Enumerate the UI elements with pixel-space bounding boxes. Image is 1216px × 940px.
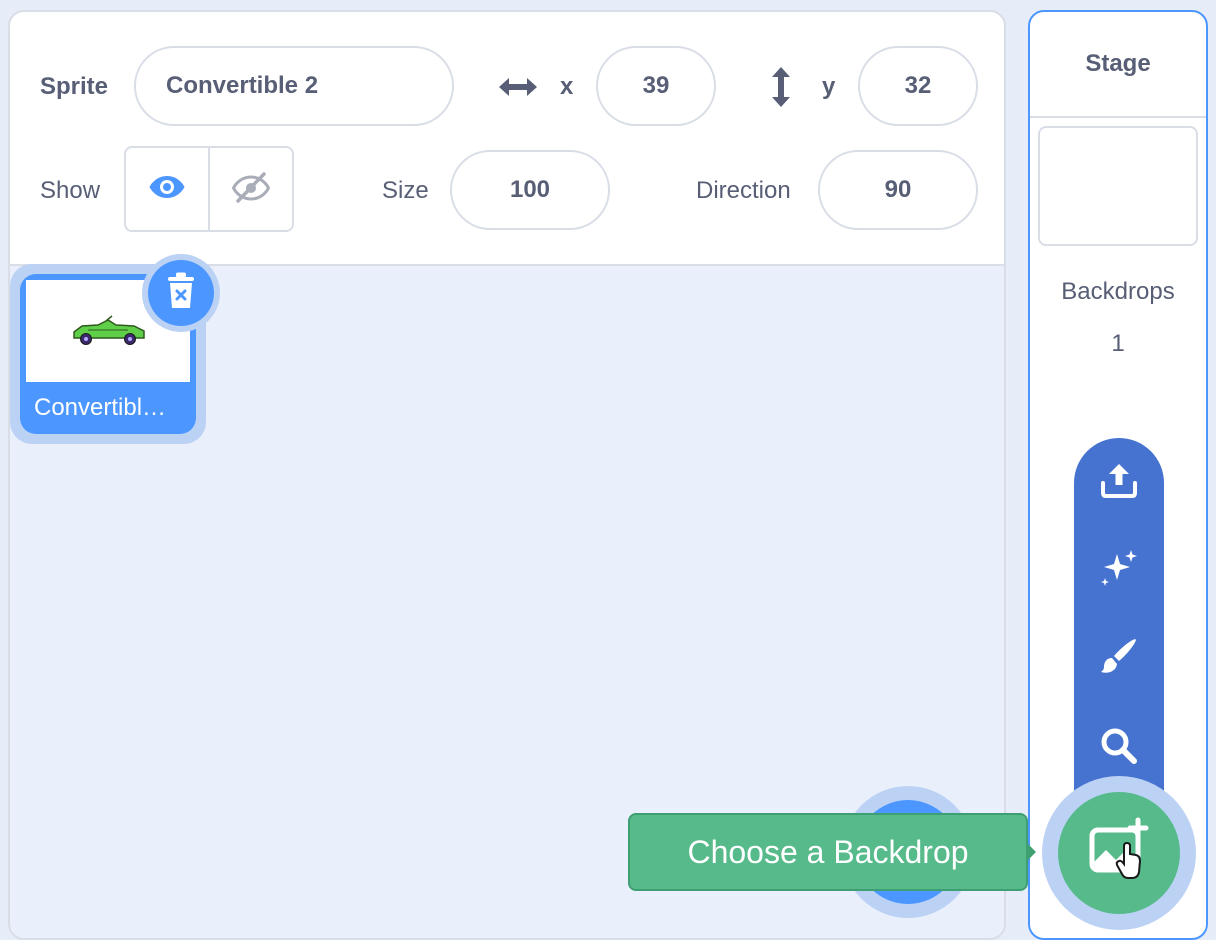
search-icon xyxy=(1099,726,1139,771)
upload-backdrop-button[interactable] xyxy=(1074,452,1164,512)
delete-sprite-button[interactable] xyxy=(148,260,214,326)
surprise-backdrop-button[interactable] xyxy=(1074,540,1164,600)
sprite-pane: Sprite Convertible 2 x 39 y 32 Show Size… xyxy=(8,10,1006,940)
paint-icon xyxy=(1099,636,1139,681)
backdrops-count: 1 xyxy=(1111,330,1125,357)
search-backdrop-button[interactable] xyxy=(1074,718,1164,778)
size-label: Size xyxy=(382,177,429,204)
x-input[interactable]: 39 xyxy=(596,46,716,126)
sprite-tile-name: Convertibl… xyxy=(34,394,167,421)
stage-thumbnail xyxy=(1038,126,1198,246)
choose-backdrop-icon xyxy=(1084,816,1154,891)
upload-icon xyxy=(1099,461,1139,504)
backdrops-label: Backdrops xyxy=(1061,278,1175,305)
show-label: Show xyxy=(40,177,101,204)
paint-backdrop-button[interactable] xyxy=(1074,628,1164,688)
tooltip-arrow xyxy=(1026,842,1036,862)
show-toggle-group xyxy=(124,146,294,232)
car-icon xyxy=(73,315,145,345)
trash-icon xyxy=(164,271,198,316)
choose-backdrop-tooltip: Choose a Backdrop xyxy=(628,813,1028,891)
choose-backdrop-button[interactable] xyxy=(1058,792,1180,914)
surprise-icon xyxy=(1099,548,1139,593)
eye-slash-icon xyxy=(231,171,271,208)
y-label: y xyxy=(822,73,836,100)
y-input[interactable]: 32 xyxy=(858,46,978,126)
stage-title: Stage xyxy=(1030,12,1206,118)
vertical-arrows-icon xyxy=(766,64,796,110)
eye-icon xyxy=(148,173,186,206)
direction-label: Direction xyxy=(696,177,791,204)
direction-input[interactable]: 90 xyxy=(818,150,978,230)
size-input[interactable]: 100 xyxy=(450,150,610,230)
sprite-info-panel: Sprite Convertible 2 x 39 y 32 Show Size… xyxy=(10,12,1004,266)
show-visible-button[interactable] xyxy=(126,148,208,230)
horizontal-arrows-icon xyxy=(496,70,540,104)
show-hidden-button[interactable] xyxy=(208,148,292,230)
sprite-name-input[interactable]: Convertible 2 xyxy=(134,46,454,126)
x-label: x xyxy=(560,73,574,100)
sprite-name-label: Sprite xyxy=(40,73,109,100)
